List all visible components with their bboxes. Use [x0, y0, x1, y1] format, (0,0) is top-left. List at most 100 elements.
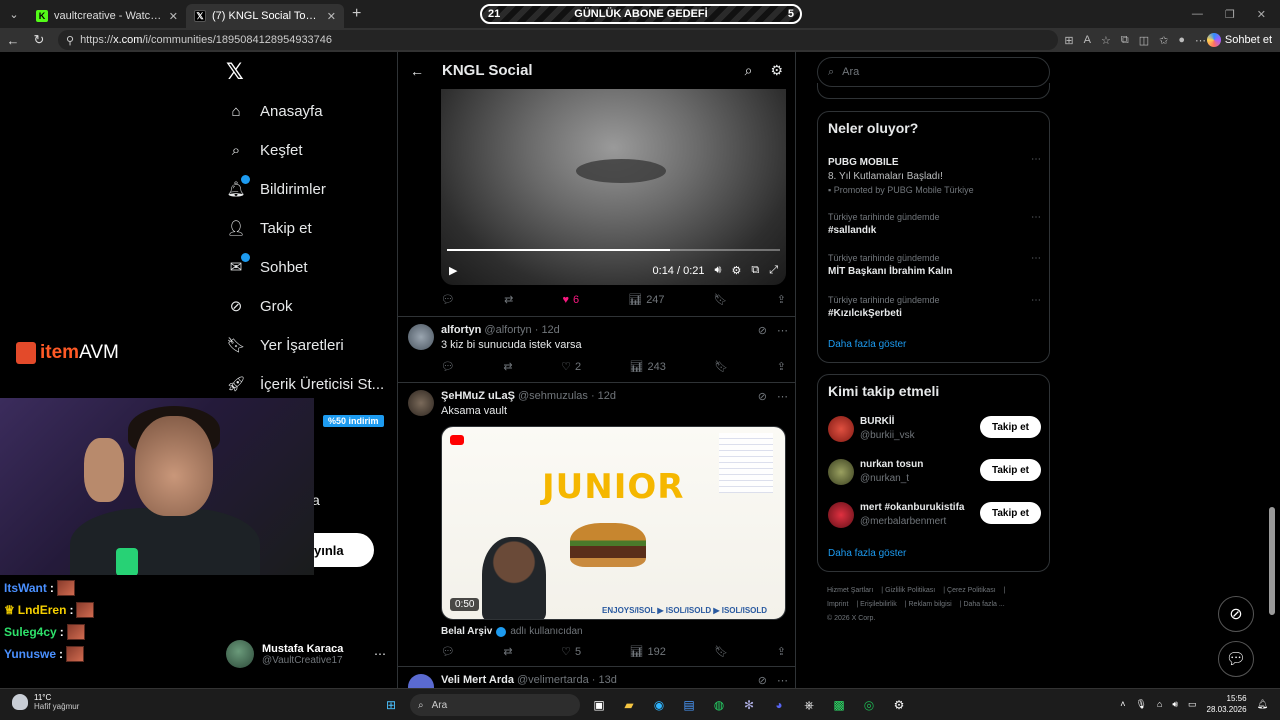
follow-suggestion[interactable]: BURKİİ @burkii_vsk Takip et: [828, 416, 1041, 446]
grok-icon[interactable]: ⊘: [758, 674, 767, 687]
volume-icon[interactable]: 🔊︎: [1172, 699, 1178, 710]
settings-icon[interactable]: ⚙: [888, 694, 910, 716]
nav-explore[interactable]: ⌕ Keşfet: [226, 140, 303, 160]
network-icon[interactable]: ⌂: [1157, 699, 1162, 709]
site-info-icon[interactable]: ⚲: [66, 34, 74, 47]
views-count[interactable]: 📊︎ 192: [630, 645, 666, 659]
trend-item[interactable]: Türkiye tarihinde gündemde MİT Başkanı İ…: [828, 253, 1041, 277]
scrollbar[interactable]: [1268, 52, 1276, 688]
follow-suggestion[interactable]: mert #okanburukistifa @merbalarbenmert T…: [828, 502, 1041, 532]
app-icon[interactable]: ⊞: [1064, 34, 1073, 47]
video-attribution[interactable]: Belal Arşiv adlı kullanıcıdan: [441, 626, 583, 637]
x-logo-icon[interactable]: 𝕏: [226, 60, 244, 85]
trend-item[interactable]: Türkiye tarihinde gündemde #sallandık ⋯: [828, 212, 1041, 236]
tweet[interactable]: Veli Mert Arda @velimertarda · 13d ⊘ ⋯: [408, 674, 788, 688]
video-progress[interactable]: [447, 249, 780, 251]
video-player[interactable]: ▶ 0:14 / 0:21 🔊︎ ⚙ ⧉ ⤢: [441, 89, 786, 285]
file-explorer-icon[interactable]: ▰: [618, 694, 640, 716]
like-button[interactable]: ♥ 6: [562, 294, 579, 306]
nav-notifications[interactable]: 🔔︎ Bildirimler: [226, 175, 326, 199]
search-icon[interactable]: ⌕: [745, 62, 753, 79]
follow-button[interactable]: Takip et: [979, 459, 1041, 481]
footer-link[interactable]: Reklam bilgisi: [909, 601, 952, 608]
nav-home[interactable]: ⌂ Anasayfa: [226, 101, 322, 121]
back-arrow-icon[interactable]: ←: [410, 63, 424, 79]
messages-fab-icon[interactable]: 💬︎: [1218, 641, 1254, 677]
close-icon[interactable]: ✕: [169, 10, 178, 23]
nav-grok[interactable]: ⊘ Grok: [226, 296, 293, 316]
nav-creator-studio[interactable]: 🚀︎ İçerik Üreticisi St...: [226, 374, 384, 394]
embedded-video[interactable]: JUNIOR ENJOYS/ISOL ▶ ISOL/ISOLD ▶ ISOL/I…: [441, 426, 786, 620]
app-icon[interactable]: ✻: [738, 694, 760, 716]
chevron-up-icon[interactable]: ˄: [1120, 699, 1125, 709]
reply-icon[interactable]: 💬︎: [441, 293, 455, 306]
volume-icon[interactable]: 🔊︎: [715, 264, 722, 277]
follow-button[interactable]: Takip et: [979, 416, 1041, 438]
settings-icon[interactable]: ⚙: [731, 264, 741, 277]
grok-icon[interactable]: ⊘: [758, 390, 767, 403]
avatar[interactable]: [408, 674, 434, 688]
weather-widget[interactable]: 11°C Hafif yağmur: [12, 693, 79, 711]
close-window-icon[interactable]: ✕: [1257, 8, 1266, 21]
views-count[interactable]: 📊︎ 243: [630, 360, 666, 374]
share-icon[interactable]: ⇪: [777, 645, 786, 658]
task-view-icon[interactable]: ▣: [588, 694, 610, 716]
footer-link[interactable]: Gizlilik Politikası: [885, 587, 935, 594]
clock[interactable]: 15:56 28.03.2026: [1207, 693, 1247, 715]
footer-link[interactable]: Imprint: [827, 601, 848, 608]
taskbar-search[interactable]: ⌕ Ara: [410, 694, 580, 716]
avatar[interactable]: [408, 390, 434, 416]
bookmark-icon[interactable]: 🔖︎: [714, 360, 728, 373]
more-icon[interactable]: ⋯: [1031, 295, 1041, 306]
microphone-icon[interactable]: 🎙︎: [1135, 699, 1146, 710]
more-icon[interactable]: ⋯: [374, 647, 386, 661]
minimize-icon[interactable]: —: [1192, 8, 1203, 20]
repost-icon[interactable]: ⇄: [504, 293, 513, 306]
avatar[interactable]: [828, 459, 854, 485]
edge-icon[interactable]: ◉: [648, 694, 670, 716]
footer-link[interactable]: Hizmet Şartları: [827, 587, 873, 594]
tab-x[interactable]: 𝕏 (7) KNGL Social Topluluk / X ✕: [186, 4, 344, 28]
back-icon[interactable]: ←: [0, 33, 26, 48]
copilot-button[interactable]: Sohbet et: [1206, 30, 1272, 50]
refresh-icon[interactable]: ↻: [26, 32, 52, 48]
bookmark-icon[interactable]: 🔖︎: [714, 645, 728, 658]
follow-button[interactable]: Takip et: [979, 502, 1041, 524]
close-icon[interactable]: ✕: [327, 10, 336, 23]
more-icon[interactable]: ⋯: [1195, 34, 1206, 47]
share-icon[interactable]: ⇪: [777, 360, 786, 373]
views-count[interactable]: 📊︎ 247: [628, 293, 664, 307]
nav-follow[interactable]: 👤︎ Takip et: [226, 218, 311, 238]
tab-kick[interactable]: K vaultcreative - Watch the VOD on ✕: [28, 4, 186, 28]
avatar[interactable]: [828, 502, 854, 528]
footer-link[interactable]: Çerez Politikası: [947, 587, 996, 594]
gear-icon[interactable]: ⚙: [770, 62, 783, 79]
trend-item[interactable]: Türkiye tarihinde gündemde #KızılcıkŞerb…: [828, 295, 1041, 319]
more-icon[interactable]: ⋯: [1031, 253, 1041, 264]
avatar[interactable]: [408, 324, 434, 350]
play-icon[interactable]: ▶: [449, 264, 457, 277]
share-icon[interactable]: ⇪: [777, 293, 786, 306]
windows-start-icon[interactable]: ⊞: [380, 694, 402, 716]
more-icon[interactable]: ⋯: [1031, 154, 1041, 165]
fullscreen-icon[interactable]: ⤢: [769, 264, 778, 277]
new-tab-button[interactable]: +: [352, 5, 361, 23]
profile-icon[interactable]: ●: [1178, 34, 1185, 47]
trend-item[interactable]: PUBG MOBILE 8. Yıl Kutlamaları Başladı! …: [828, 154, 1041, 195]
like-button[interactable]: ♡ 5: [561, 645, 581, 659]
show-more-link[interactable]: Daha fazla göster: [828, 548, 906, 559]
tab-actions-menu[interactable]: ⌄: [0, 0, 28, 28]
favorite-icon[interactable]: ☆: [1101, 34, 1111, 47]
battery-icon[interactable]: ▭: [1188, 699, 1197, 710]
extension-icon[interactable]: ⧉: [1121, 34, 1129, 47]
nav-messages[interactable]: ✉ Sohbet: [226, 253, 308, 277]
discord-icon[interactable]: ◕: [768, 694, 790, 716]
read-aloud-icon[interactable]: A: [1084, 34, 1091, 47]
whatsapp-icon[interactable]: ◍: [708, 694, 730, 716]
tweet[interactable]: alforty​n @alfortyn · 12d 3 kiz bi sunuc…: [408, 324, 788, 384]
url-field[interactable]: ⚲ https://x.com/i/communities/1895084128…: [58, 30, 1206, 50]
app-icon[interactable]: ▩: [828, 694, 850, 716]
favorites-list-icon[interactable]: ✩: [1159, 34, 1168, 47]
bookmark-icon[interactable]: 🔖︎: [714, 293, 728, 306]
repost-icon[interactable]: ⇄: [503, 645, 512, 658]
